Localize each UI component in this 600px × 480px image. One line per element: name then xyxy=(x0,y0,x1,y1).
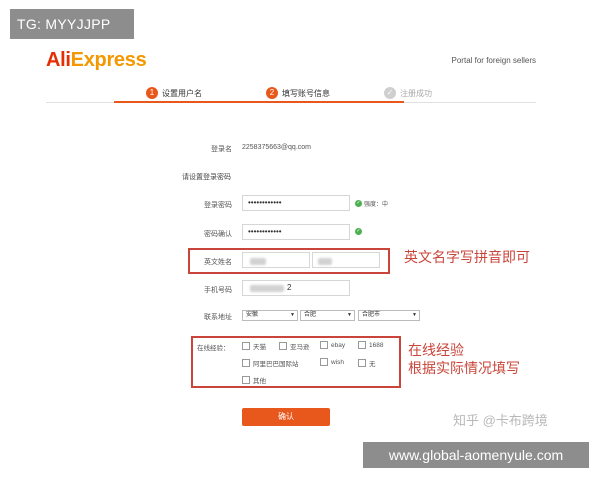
password-section-title: 请设置登录密码 xyxy=(182,174,231,181)
district-select[interactable]: 合肥市 ▼ xyxy=(358,310,420,321)
url-watermark: www.global-aomenyule.com xyxy=(363,442,589,468)
english-name-label: 英文姓名 xyxy=(204,259,232,266)
english-name-note: 英文名字写拼音即可 xyxy=(404,250,530,266)
aliexpress-logo[interactable]: AliExpress xyxy=(46,49,147,72)
experience-option[interactable]: 1688 xyxy=(358,341,383,349)
logo-express: Express xyxy=(70,49,147,71)
experience-option[interactable]: wish xyxy=(320,358,344,366)
portal-text: Portal for foreign sellers xyxy=(451,56,536,65)
step-account-info: 2 填写账号信息 xyxy=(266,84,330,102)
password-strength-text: 强度：中 xyxy=(364,202,389,208)
experience-option-label: 1688 xyxy=(369,341,384,349)
steps-progress-underline xyxy=(114,101,404,103)
login-name-label: 登录名 xyxy=(211,146,232,153)
zhihu-watermark: 知乎 @卡布跨境 xyxy=(453,413,548,428)
experience-option-label: wish xyxy=(331,358,345,366)
experience-option[interactable]: 阿里巴巴国际站 xyxy=(242,358,299,368)
experience-note-line2: 根据实际情况填写 xyxy=(408,361,520,377)
confirm-button[interactable]: 确认 xyxy=(242,408,330,426)
step-number-1: 1 xyxy=(146,87,158,99)
step-label-3: 注册成功 xyxy=(400,88,432,98)
checkbox[interactable] xyxy=(320,358,328,366)
phone-suffix: 2 xyxy=(287,283,292,292)
phone-label: 手机号码 xyxy=(204,287,232,294)
experience-note: 在线经验 根据实际情况填写 xyxy=(408,342,520,378)
experience-label: 在线经验： xyxy=(197,345,230,352)
province-value: 安徽 xyxy=(246,312,259,318)
check-circle-icon: ✓ xyxy=(355,228,362,235)
checkbox[interactable] xyxy=(242,376,250,384)
check-icon: ✓ xyxy=(384,87,396,99)
experience-option[interactable]: 其他 xyxy=(242,375,266,385)
checkbox[interactable] xyxy=(279,342,287,350)
chevron-down-icon: ▼ xyxy=(347,312,352,318)
password-input[interactable]: •••••••••••• xyxy=(242,195,350,211)
experience-option-label: 天猫 xyxy=(253,344,266,351)
experience-note-line1: 在线经验 xyxy=(408,343,464,359)
step-set-username: 1 设置用户名 xyxy=(146,84,202,102)
password-label: 登录密码 xyxy=(204,202,232,209)
checkbox[interactable] xyxy=(242,342,250,350)
confirm-password-input[interactable]: •••••••••••• xyxy=(242,224,350,240)
confirm-password-label: 密码确认 xyxy=(204,231,232,238)
last-name-blurred xyxy=(318,258,332,265)
step-label-1: 设置用户名 xyxy=(162,88,202,98)
city-value: 合肥 xyxy=(304,312,317,318)
experience-option-label: ebay xyxy=(331,341,346,349)
checkbox[interactable] xyxy=(358,359,366,367)
confirm-status: ✓ xyxy=(355,228,362,235)
registration-steps: 1 设置用户名 2 填写账号信息 ✓ 注册成功 xyxy=(46,80,536,103)
checkbox[interactable] xyxy=(358,341,366,349)
login-name-value: 2258375663@qq.com xyxy=(242,144,311,151)
province-select[interactable]: 安徽 ▼ xyxy=(242,310,298,321)
first-name-blurred xyxy=(250,258,266,265)
experience-option[interactable]: ebay xyxy=(320,341,345,349)
logo-ali: Ali xyxy=(46,49,71,71)
phone-blurred xyxy=(250,285,284,292)
chevron-down-icon: ▼ xyxy=(290,312,295,318)
experience-option-label: 亚马逊 xyxy=(290,344,310,351)
password-strength: ✓ 强度：中 xyxy=(355,199,388,208)
address-label: 联系地址 xyxy=(204,314,232,321)
chevron-down-icon: ▼ xyxy=(412,312,417,318)
city-select[interactable]: 合肥 ▼ xyxy=(300,310,355,321)
experience-option[interactable]: 亚马逊 xyxy=(279,341,310,351)
check-circle-icon: ✓ xyxy=(355,200,362,207)
checkbox[interactable] xyxy=(320,341,328,349)
experience-option[interactable]: 天猫 xyxy=(242,341,266,351)
step-number-2: 2 xyxy=(266,87,278,99)
experience-option[interactable]: 无 xyxy=(358,358,376,368)
experience-option-label: 其他 xyxy=(253,378,266,385)
district-value: 合肥市 xyxy=(362,312,381,318)
checkbox[interactable] xyxy=(242,359,250,367)
tg-watermark: TG: MYYJJPP xyxy=(10,9,134,39)
experience-option-label: 无 xyxy=(369,361,376,368)
step-registration-success: ✓ 注册成功 xyxy=(384,84,432,102)
experience-option-label: 阿里巴巴国际站 xyxy=(253,361,299,368)
step-label-2: 填写账号信息 xyxy=(282,88,330,98)
